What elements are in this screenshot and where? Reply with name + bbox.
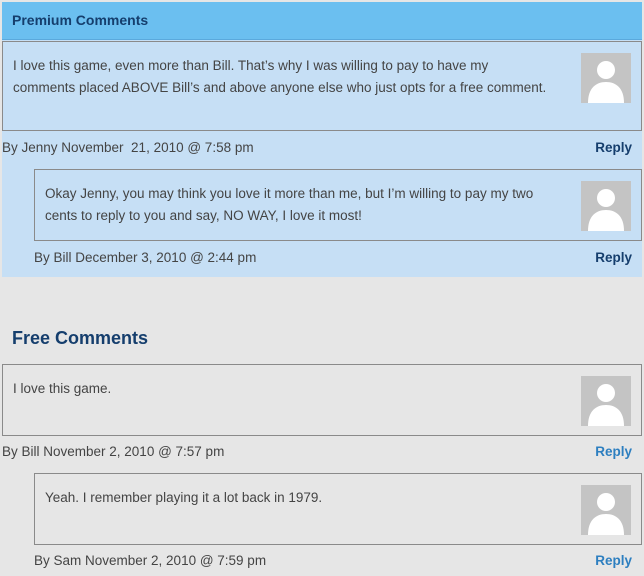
comment-meta: By Sam November 2, 2010 @ 7:59 pm	[34, 553, 267, 568]
comment-text: Okay Jenny, you may think you love it mo…	[45, 186, 534, 223]
user-avatar-icon	[581, 181, 631, 231]
comment-text: I love this game.	[13, 381, 112, 396]
reply-button[interactable]: Reply	[595, 444, 632, 459]
user-avatar-icon	[581, 485, 631, 535]
free-comments-title: Free Comments	[12, 328, 149, 348]
comment-meta: By Bill December 3, 2010 @ 2:44 pm	[34, 250, 257, 265]
comment-meta: By Bill November 2, 2010 @ 7:57 pm	[2, 444, 225, 459]
user-avatar-icon	[581, 376, 631, 426]
comment-box: I love this game.	[2, 364, 642, 436]
reply-button[interactable]: Reply	[595, 250, 632, 265]
comment-text: I love this game, even more than Bill. T…	[13, 58, 547, 95]
premium-comments-title: Premium Comments	[12, 12, 149, 28]
reply-button[interactable]: Reply	[595, 140, 632, 155]
comment-meta: By Jenny November 21, 2010 @ 7:58 pm	[2, 140, 254, 155]
comment-box: Yeah. I remember playing it a lot back i…	[34, 473, 642, 545]
comment-text: Yeah. I remember playing it a lot back i…	[45, 490, 323, 505]
comment-box: I love this game, even more than Bill. T…	[2, 41, 642, 131]
reply-button[interactable]: Reply	[595, 553, 632, 568]
premium-comments-header: Premium Comments	[2, 2, 642, 40]
user-avatar-icon	[581, 53, 631, 103]
comment-box: Okay Jenny, you may think you love it mo…	[34, 169, 642, 241]
premium-comments-section: Premium Comments I love this game, even …	[2, 2, 642, 277]
